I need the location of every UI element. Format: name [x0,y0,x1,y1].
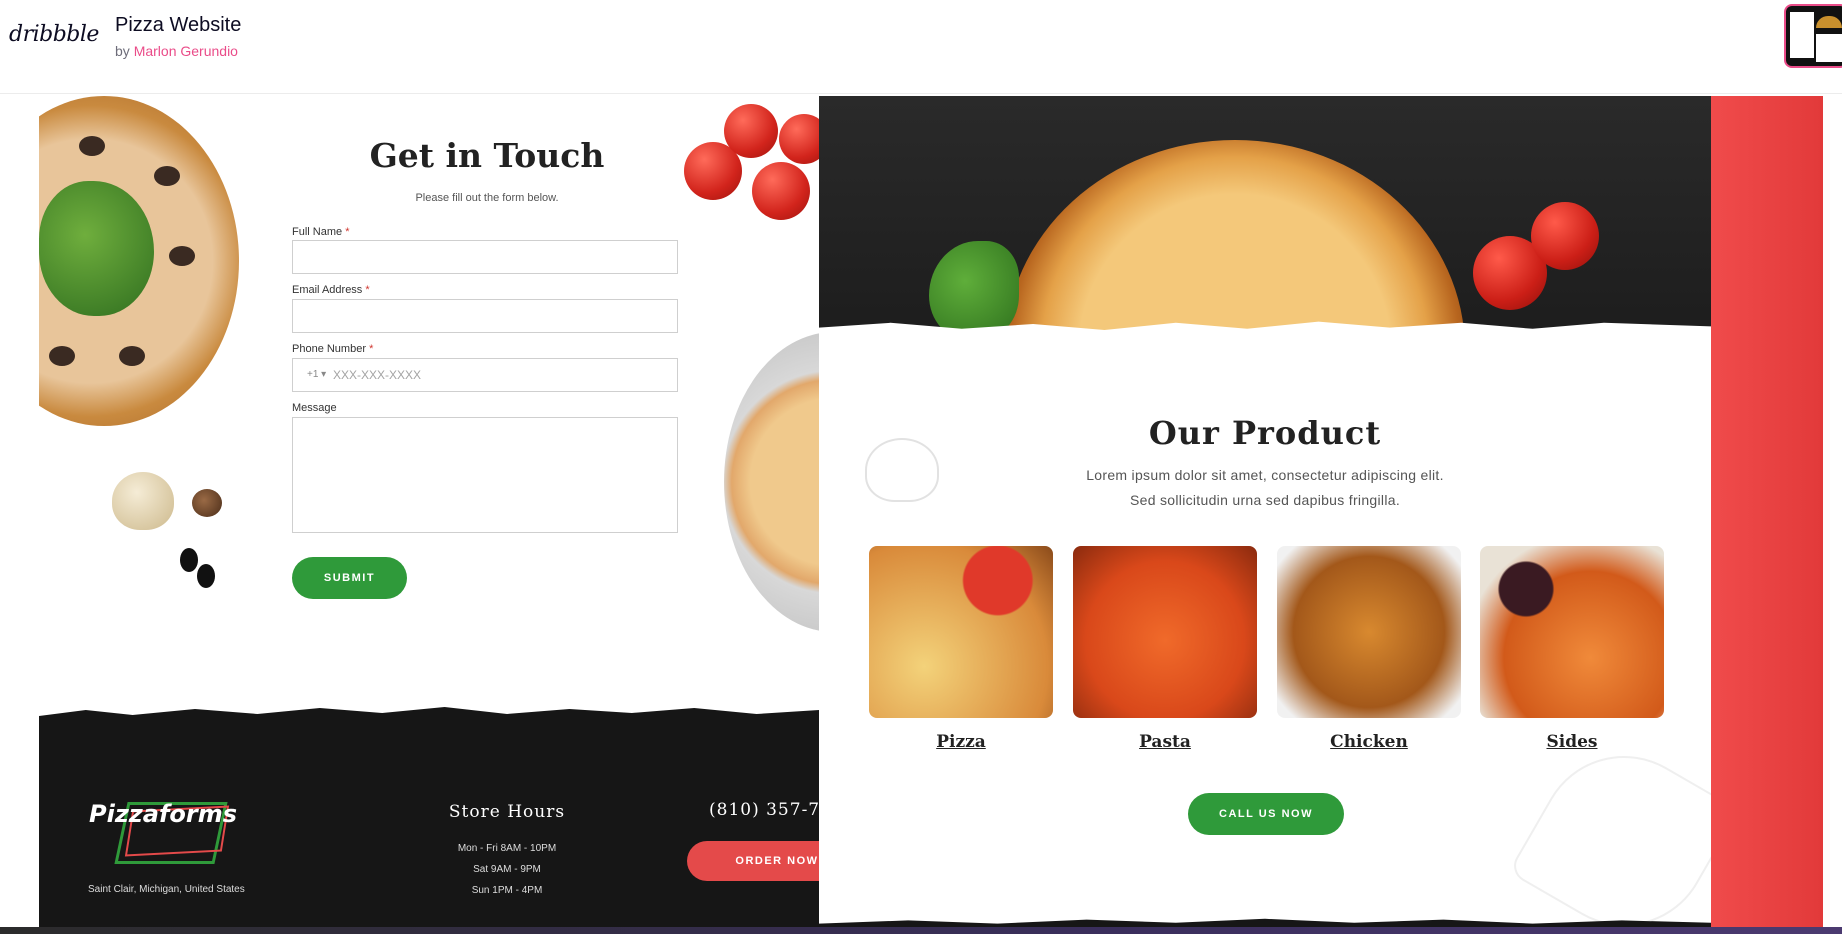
dribbble-logo[interactable]: dribbble [9,22,99,47]
mushroom-dark-image [192,489,222,517]
product-card-sides[interactable] [1480,546,1664,718]
mushroom-image [112,472,174,530]
shot-thumbnail[interactable] [1784,4,1842,68]
email-input[interactable] [292,299,678,333]
olive-image [180,548,198,572]
mushroom-topping [119,346,145,366]
required-marker: * [365,284,370,296]
phone-input[interactable]: +1 ▾ XXX-XXX-XXXX [292,358,678,392]
mushroom-topping [49,346,75,366]
thumbnail-preview-pizza [1816,16,1842,28]
red-side-panel [1711,96,1823,929]
product-card-pasta[interactable] [1073,546,1257,718]
full-name-label-text: Full Name [292,226,343,238]
byline-prefix: by [115,43,130,59]
country-code-select[interactable]: +1 ▾ [307,369,326,380]
store-address: Saint Clair, Michigan, United States [88,884,245,895]
section-description-line2: Sed sollicitudin urna sed dapibus fringi… [1129,492,1401,508]
olive-branch-sketch-icon [1507,724,1711,929]
submit-button[interactable]: SUBMIT [292,557,407,599]
form-title: Get in Touch [369,136,605,175]
phone-label: Phone Number * [292,343,373,355]
contact-section: Get in Touch Please fill out the form be… [39,96,819,716]
shot-title: Pizza Website [115,14,242,36]
call-us-now-button[interactable]: CALL US NOW [1188,793,1344,835]
window-bottom-bar [0,927,1842,934]
required-marker: * [369,343,374,355]
product-link-sides[interactable]: Sides [1480,732,1664,752]
pasta-plate-image [724,332,819,632]
shot-byline: by Marlon Gerundio [115,43,238,59]
olive-image [197,564,215,588]
phone-number[interactable]: (810) 357-7 [709,800,820,820]
hours-weekday: Mon - Fri 8AM - 10PM [457,843,557,854]
brand-logo[interactable]: Pizzaforms [89,800,237,828]
section-description-line1: Lorem ipsum dolor sit amet, consectetur … [1086,467,1444,483]
product-card-pizza[interactable] [869,546,1053,718]
message-label: Message [292,402,337,414]
email-label-text: Email Address [292,284,363,296]
dribbble-header: dribbble Pizza Website by Marlon Gerundi… [0,0,1842,94]
product-section: Our Product Lorem ipsum dolor sit amet, … [819,96,1711,929]
section-title: Our Product [1148,414,1382,452]
product-link-chicken[interactable]: Chicken [1277,732,1461,752]
full-name-label: Full Name * [292,226,349,238]
form-subtitle: Please fill out the form below. [415,192,559,204]
site-footer: Pizzaforms Saint Clair, Michigan, United… [39,707,867,929]
product-link-pasta[interactable]: Pasta [1073,732,1257,752]
phone-placeholder: XXX-XXX-XXXX [333,368,422,382]
full-name-input[interactable] [292,240,678,274]
thumbnail-preview-left [1790,12,1814,58]
mushroom-topping [169,246,195,266]
store-hours-title: Store Hours [448,802,566,822]
author-link[interactable]: Marlon Gerundio [134,43,238,59]
hours-sunday: Sun 1PM - 4PM [471,885,543,896]
thumbnail-preview-content [1816,34,1842,62]
tomato [1531,202,1599,270]
product-link-pizza[interactable]: Pizza [869,732,1053,752]
phone-label-text: Phone Number [292,343,366,355]
message-textarea[interactable] [292,417,678,533]
required-marker: * [345,226,350,238]
product-card-chicken[interactable] [1277,546,1461,718]
hours-saturday: Sat 9AM - 9PM [473,864,541,875]
email-label: Email Address * [292,284,370,296]
